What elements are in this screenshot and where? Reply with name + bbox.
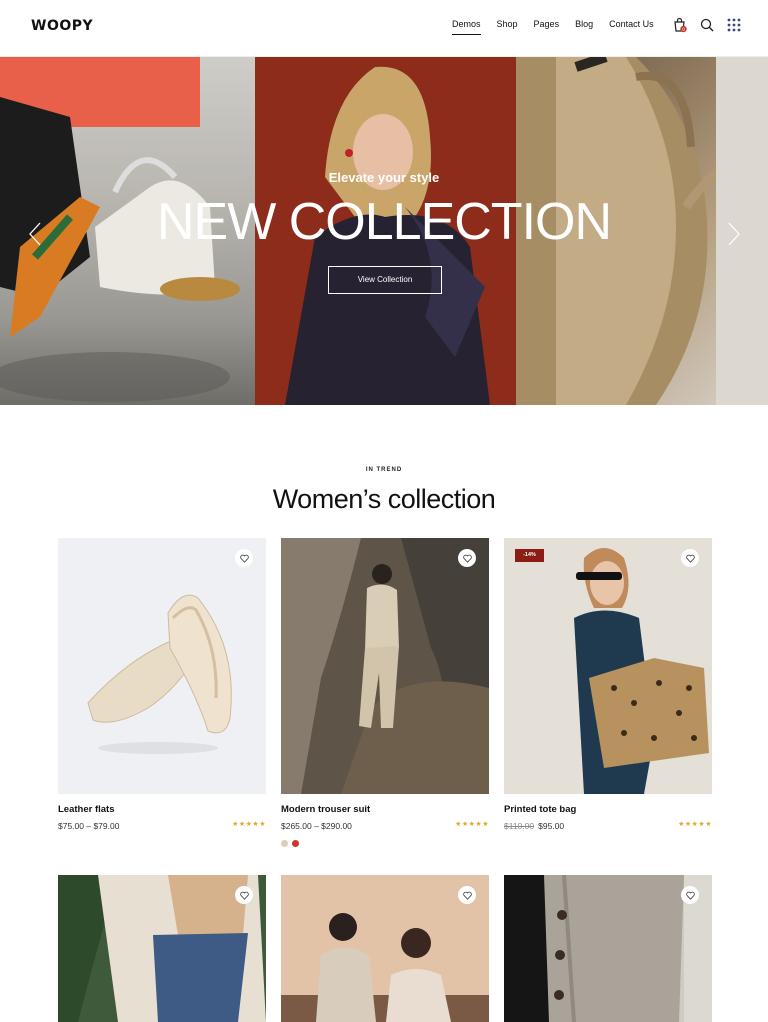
rating-stars: ★★★★★ [678, 820, 712, 828]
product-image-trouser-suit[interactable] [281, 538, 489, 794]
next-slide-arrow-icon[interactable] [727, 222, 741, 246]
site-header: WOOPY Demos Shop Pages Blog Contact Us 0 [0, 0, 768, 57]
nav-blog[interactable]: Blog [575, 19, 593, 35]
nav-shop[interactable]: Shop [497, 19, 518, 35]
site-logo[interactable]: WOOPY [31, 18, 93, 34]
cart-icon[interactable]: 0 [672, 17, 688, 33]
view-collection-button[interactable]: View Collection [328, 266, 442, 294]
product-image-leather-flats[interactable] [58, 538, 266, 794]
color-swatch-red[interactable] [292, 840, 299, 847]
nav-pages[interactable]: Pages [534, 19, 560, 35]
product-price: $265.00 – $290.00 [281, 821, 352, 831]
hero-subtitle: Elevate your style [328, 170, 440, 185]
color-swatch-beige[interactable] [281, 840, 288, 847]
product-image-printed-tote-bag[interactable]: -14% [504, 538, 712, 794]
product-image-row2-cardigan[interactable] [504, 875, 712, 1022]
rating-stars: ★★★★★ [232, 820, 266, 828]
product-old-price: $110.00 [504, 821, 535, 831]
prev-slide-arrow-icon[interactable] [28, 222, 42, 246]
section-title: Women’s collection [272, 484, 496, 514]
wishlist-heart-icon[interactable] [235, 549, 253, 567]
rating-stars: ★★★★★ [455, 820, 489, 828]
product-sale-price: $95.00 [538, 821, 565, 831]
wishlist-heart-icon[interactable] [458, 549, 476, 567]
wishlist-heart-icon[interactable] [235, 886, 253, 904]
nav-demos[interactable]: Demos [452, 19, 481, 35]
hero-slider: Elevate your style NEW COLLECTION View C… [0, 57, 768, 405]
cart-count: 0 [682, 27, 685, 33]
section-kicker: IN TREND [365, 467, 403, 473]
product-price: $110.00 $95.00 [504, 821, 564, 831]
product-name[interactable]: Printed tote bag [504, 804, 576, 815]
wishlist-heart-icon[interactable] [458, 886, 476, 904]
search-icon[interactable] [699, 17, 715, 33]
product-price: $75.00 – $79.00 [58, 821, 120, 831]
nav-contact-us[interactable]: Contact Us [609, 19, 654, 35]
wishlist-heart-icon[interactable] [681, 549, 699, 567]
discount-badge: -14% [515, 549, 544, 562]
product-image-row2-couple[interactable] [281, 875, 489, 1022]
main-nav: Demos Shop Pages Blog Contact Us [452, 19, 670, 35]
product-image-row2-jeans[interactable] [58, 875, 266, 1022]
product-name[interactable]: Modern trouser suit [281, 804, 370, 815]
product-name[interactable]: Leather flats [58, 804, 115, 815]
hero-title: NEW COLLECTION [156, 193, 612, 251]
wishlist-heart-icon[interactable] [681, 886, 699, 904]
grid-menu-icon[interactable] [726, 17, 742, 33]
